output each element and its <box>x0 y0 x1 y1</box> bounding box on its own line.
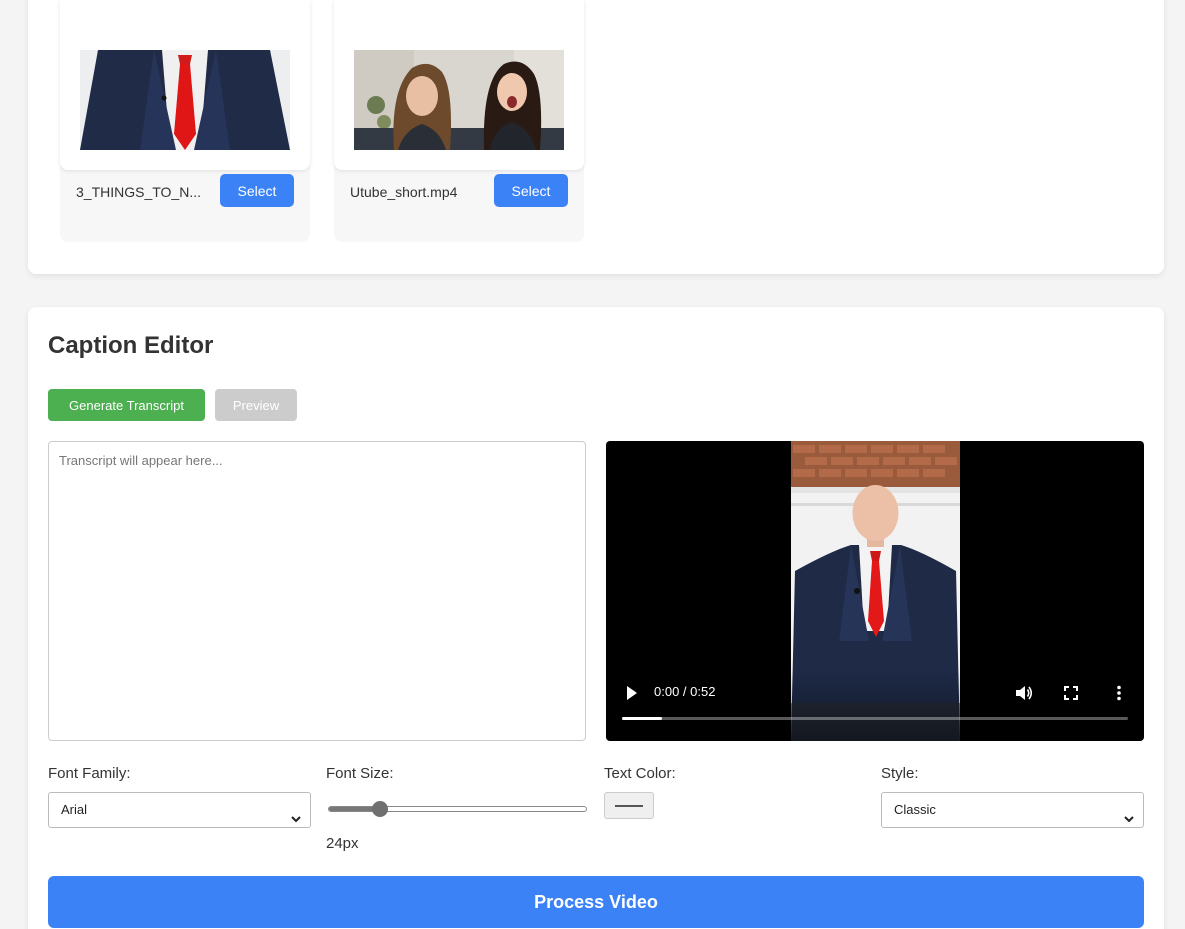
text-color-label: Text Color: <box>604 765 676 782</box>
play-icon[interactable] <box>625 685 639 701</box>
text-color-picker[interactable] <box>604 792 654 819</box>
video-thumbnail[interactable] <box>80 50 290 150</box>
font-size-label: Font Size: <box>326 765 394 782</box>
video-progress-fill <box>622 717 663 720</box>
video-filename: 3_THINGS_TO_N... <box>76 184 202 200</box>
font-size-slider[interactable] <box>326 800 589 818</box>
playback-time: 0:00 / 0:52 <box>654 684 716 699</box>
preview-button[interactable]: Preview <box>215 389 297 421</box>
chevron-down-icon <box>1123 804 1135 823</box>
color-swatch-preview <box>615 805 643 807</box>
video-thumbnail-container <box>60 0 310 170</box>
select-video-button[interactable]: Select <box>220 174 294 207</box>
fullscreen-icon[interactable] <box>1064 686 1078 700</box>
caption-editor-title: Caption Editor <box>48 332 214 359</box>
style-label: Style: <box>881 765 919 782</box>
more-options-icon[interactable] <box>1116 685 1122 701</box>
slider-track <box>328 806 587 812</box>
transcript-textarea[interactable] <box>48 441 586 741</box>
style-select[interactable]: Classic <box>881 792 1144 828</box>
generate-transcript-button[interactable]: Generate Transcript <box>48 389 205 421</box>
font-family-label: Font Family: <box>48 765 131 782</box>
video-card: 3_THINGS_TO_N... Select <box>60 0 310 242</box>
player-controls <box>606 671 1144 741</box>
video-thumbnail-container <box>334 0 584 170</box>
font-family-value: Arial <box>61 802 88 817</box>
select-video-button[interactable]: Select <box>494 174 568 207</box>
video-library-card: 3_THINGS_TO_N... Select Utube_short.mp4 … <box>28 0 1164 274</box>
style-value: Classic <box>894 802 936 817</box>
font-family-select[interactable]: Arial <box>48 792 311 828</box>
slider-thumb[interactable] <box>371 801 388 817</box>
process-video-button[interactable]: Process Video <box>48 876 1144 928</box>
video-thumbnail[interactable] <box>354 50 564 150</box>
volume-icon[interactable] <box>1015 685 1033 701</box>
chevron-down-icon <box>290 804 302 823</box>
video-progress-bar[interactable] <box>622 717 1128 720</box>
caption-editor-card: Caption Editor Generate Transcript Previ… <box>28 307 1164 929</box>
video-filename: Utube_short.mp4 <box>350 184 458 200</box>
font-size-value: 24px <box>326 835 359 852</box>
video-card: Utube_short.mp4 Select <box>334 0 584 242</box>
video-player[interactable]: 0:00 / 0:52 <box>606 441 1144 741</box>
